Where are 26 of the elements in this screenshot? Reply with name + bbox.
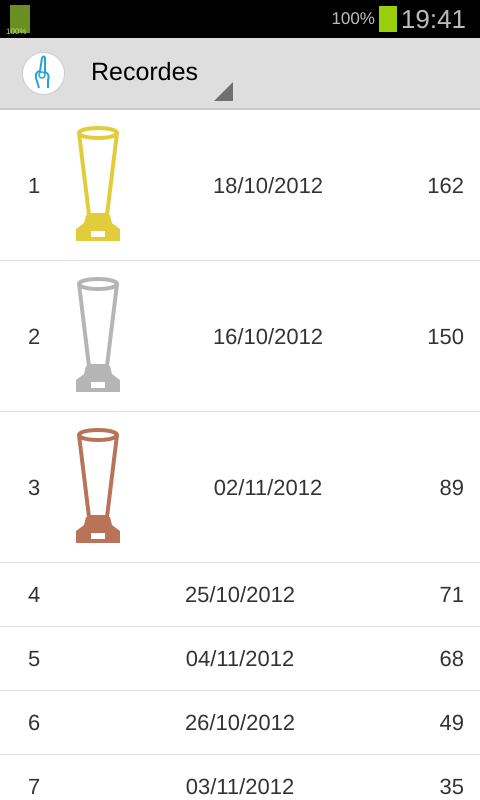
rank: 1 — [27, 172, 42, 200]
battery-icon — [378, 6, 397, 32]
record-score: 35 — [438, 773, 465, 800]
hand-icon[interactable] — [22, 52, 65, 94]
record-date: 18/10/2012 — [212, 172, 324, 200]
record-score: 162 — [426, 172, 465, 200]
rank: 4 — [27, 581, 42, 609]
record-score: 49 — [438, 709, 465, 737]
rank: 6 — [27, 709, 42, 737]
rank: 5 — [27, 645, 42, 673]
record-date: 25/10/2012 — [184, 581, 296, 609]
rank: 3 — [27, 474, 42, 502]
battery-percent: 100% — [331, 8, 375, 30]
dropdown-triangle-icon — [214, 82, 233, 101]
rank: 7 — [27, 773, 42, 800]
record-score: 89 — [438, 474, 465, 502]
rank: 2 — [27, 322, 42, 350]
record-date: 02/11/2012 — [212, 474, 324, 502]
clock: 19:41 — [400, 2, 466, 36]
record-score: 150 — [426, 322, 465, 350]
record-score: 71 — [438, 581, 465, 609]
record-date: 03/11/2012 — [184, 773, 296, 800]
record-date: 04/11/2012 — [184, 645, 296, 673]
record-date: 16/10/2012 — [212, 322, 324, 350]
record-date: 26/10/2012 — [184, 709, 296, 737]
record-score: 68 — [438, 645, 465, 673]
